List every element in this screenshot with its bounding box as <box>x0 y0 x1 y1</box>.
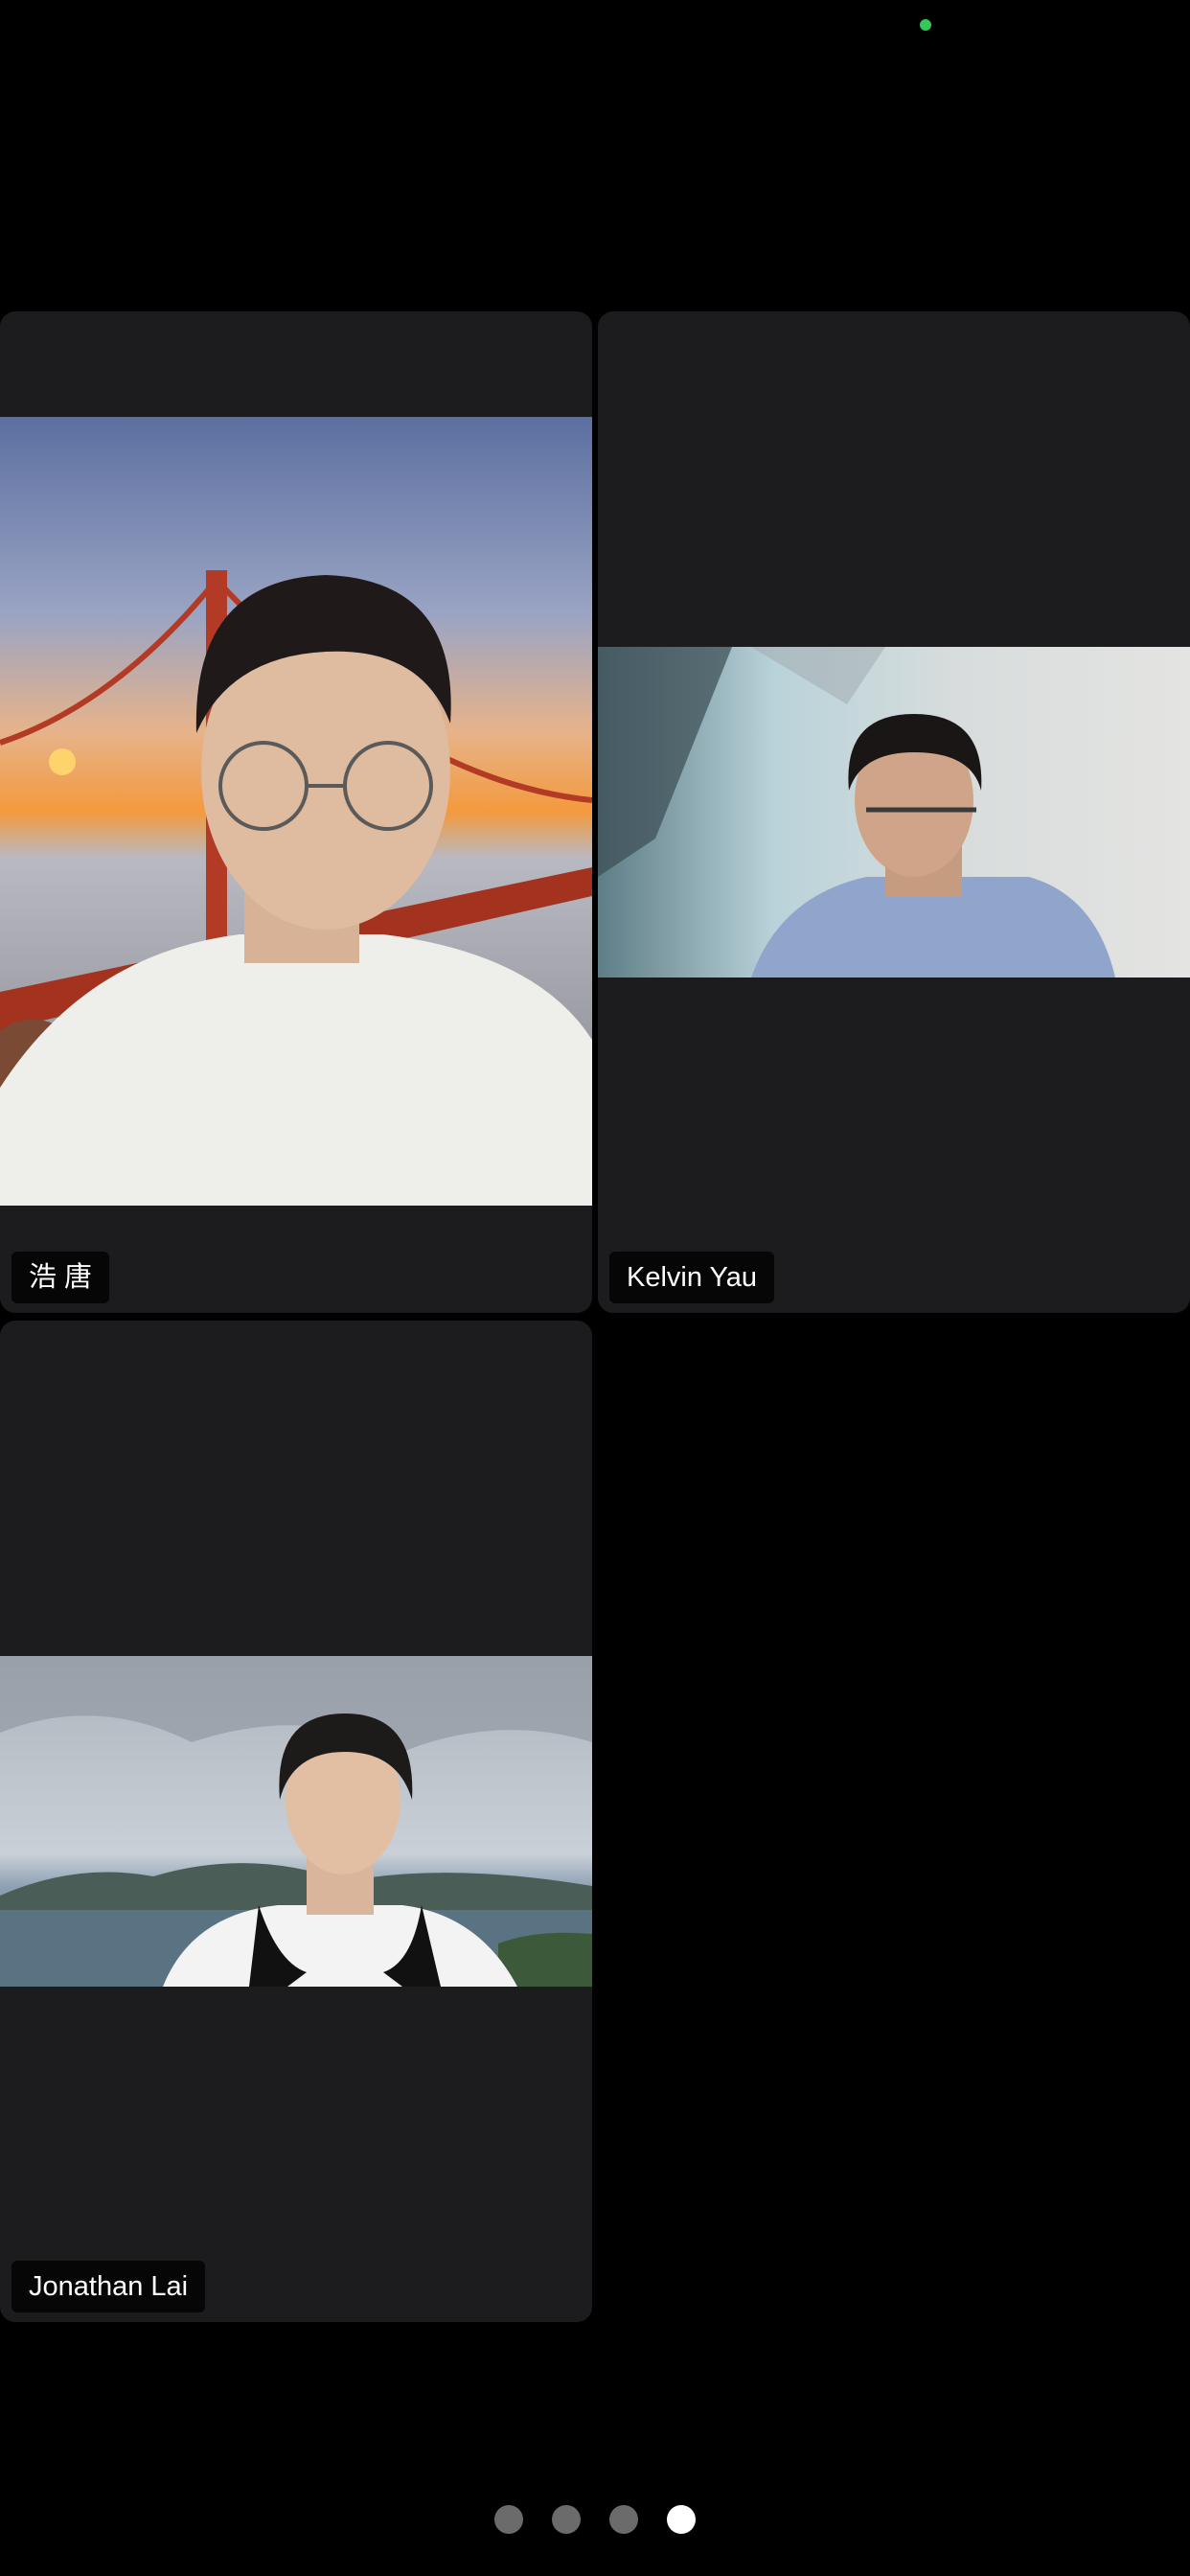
page-dot-3[interactable] <box>609 2505 638 2534</box>
video-feed-seascape-background <box>0 1656 592 1987</box>
page-indicator[interactable] <box>0 2505 1190 2534</box>
participant-tile-1[interactable]: 浩 唐 <box>0 311 592 1313</box>
participant-name-tag: 浩 唐 <box>11 1252 110 1303</box>
page-dot-4-active[interactable] <box>667 2505 696 2534</box>
video-feed-bridge-background <box>0 417 592 1206</box>
participant-name-tag: Kelvin Yau <box>609 1252 774 1303</box>
participant-video-2 <box>598 647 1190 978</box>
page-dot-1[interactable] <box>494 2505 523 2534</box>
camera-active-indicator-icon <box>920 19 931 31</box>
participant-name-tag: Jonathan Lai <box>11 2261 206 2312</box>
participant-tile-2[interactable]: Kelvin Yau <box>598 311 1190 1313</box>
video-feed-office-background <box>598 647 1190 978</box>
page-dot-2[interactable] <box>552 2505 581 2534</box>
participant-video-3 <box>0 1656 592 1987</box>
participant-tile-3[interactable]: Jonathan Lai <box>0 1321 592 2322</box>
participant-video-1 <box>0 417 592 1206</box>
